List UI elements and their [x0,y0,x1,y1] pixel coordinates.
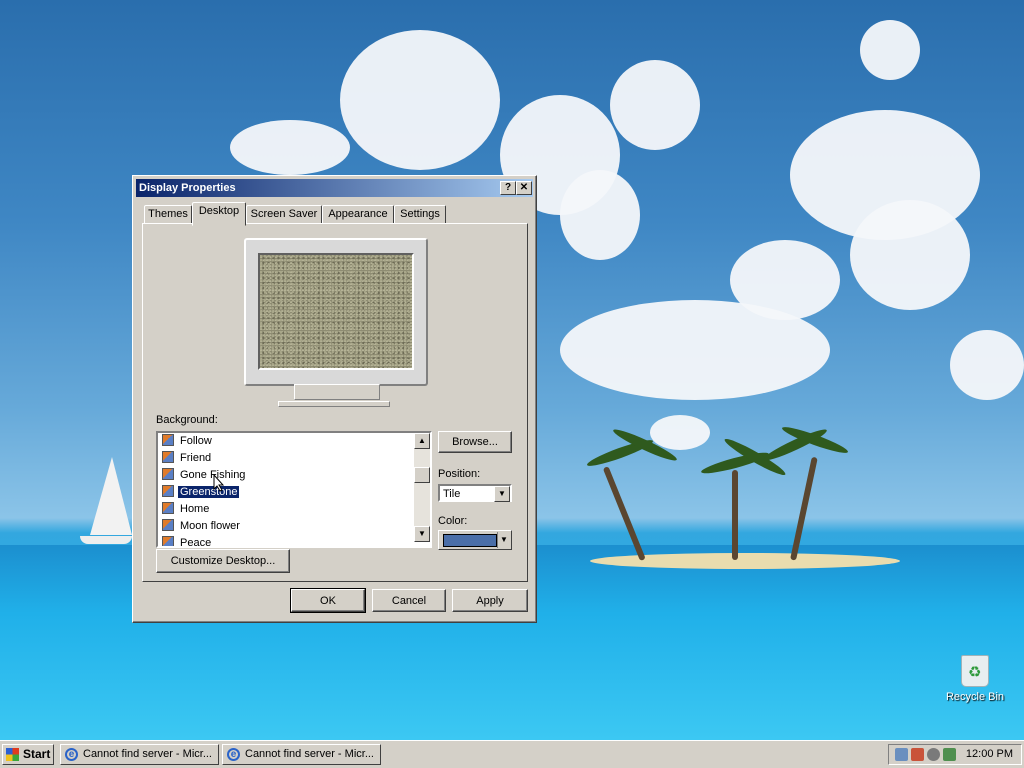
scroll-up-arrow-icon[interactable]: ▲ [414,433,430,449]
clock[interactable]: 12:00 PM [966,745,1013,764]
tab-settings[interactable]: Settings [394,205,446,225]
customize-desktop-button[interactable]: Customize Desktop... [156,549,290,573]
color-swatch [443,534,497,547]
taskbar-button-label: Cannot find server - Micr... [83,748,212,760]
cancel-button[interactable]: Cancel [372,589,446,612]
chevron-down-icon[interactable]: ▼ [494,486,510,502]
internet-explorer-icon: e [227,748,240,761]
cloud [340,30,500,170]
list-item-selected[interactable]: Greenstone [162,484,241,501]
recycle-bin[interactable]: ♻ Recycle Bin [940,655,1010,703]
list-item[interactable]: Gone Fishing [162,467,247,484]
close-button[interactable]: ✕ [516,181,532,195]
cloud [850,200,970,310]
browse-button[interactable]: Browse... [438,431,512,453]
monitor-base [278,401,390,407]
image-file-icon [162,434,174,446]
tab-screen-saver[interactable]: Screen Saver [246,205,322,225]
list-item-label: Friend [180,452,212,464]
tab-desktop[interactable]: Desktop [192,202,246,226]
position-select[interactable]: Tile ▼ [438,484,512,502]
mouse-pointer-icon [213,474,225,492]
background-label: Background: [156,414,218,426]
sailboat-sail [90,457,132,535]
image-file-icon [162,451,174,463]
list-item-label: Moon flower [180,520,240,532]
cloud [560,300,830,400]
chevron-down-icon[interactable]: ▼ [497,532,510,548]
taskbar-button-label: Cannot find server - Micr... [245,748,374,760]
cloud [860,20,920,80]
update-icon[interactable] [943,748,956,761]
island [590,553,900,569]
monitor-preview [244,238,428,386]
scroll-down-arrow-icon[interactable]: ▼ [414,526,430,542]
list-item[interactable]: Moon flower [162,518,242,535]
scroll-thumb[interactable] [414,467,430,483]
display-properties-dialog: Display Properties ? ✕ Themes Desktop Sc… [132,175,537,623]
tab-appearance[interactable]: Appearance [322,205,394,225]
list-scrollbar[interactable]: ▲ ▼ [414,433,430,542]
list-item[interactable]: Friend [162,450,213,467]
title-bar[interactable]: Display Properties ? ✕ [136,179,533,197]
security-alert-icon[interactable] [911,748,924,761]
disk-icon[interactable] [927,748,940,761]
cloud [560,170,640,260]
start-label: Start [23,747,51,761]
position-label: Position: [438,468,481,480]
image-file-icon [162,468,174,480]
list-item-label: Follow [180,435,212,447]
background-list[interactable]: Follow Friend Gone Fishing Greenstone Ho… [156,431,432,548]
monitor-stand [294,384,380,400]
cloud [650,415,710,450]
color-picker[interactable]: ▼ [438,530,512,550]
tab-themes[interactable]: Themes [144,205,192,225]
taskbar-button[interactable]: e Cannot find server - Micr... [60,744,219,765]
list-item[interactable]: Follow [162,433,214,450]
cloud [230,120,350,175]
cloud [610,60,700,150]
recycle-bin-label: Recycle Bin [945,691,1005,703]
palm-trunk [732,470,738,560]
position-value: Tile [443,488,461,500]
recycle-bin-icon: ♻ [961,655,989,687]
sailboat-hull [80,536,132,544]
dialog-title: Display Properties [139,182,236,194]
apply-button[interactable]: Apply [452,589,528,612]
list-item-label: Greenstone [176,485,241,499]
internet-explorer-icon: e [65,748,78,761]
taskbar: Start e Cannot find server - Micr... e C… [0,740,1024,768]
image-file-icon [162,485,174,497]
taskbar-button[interactable]: e Cannot find server - Micr... [222,744,381,765]
start-button[interactable]: Start [2,744,54,765]
wallpaper-preview [258,253,414,370]
windows-logo-icon [6,748,19,761]
color-label: Color: [438,515,468,527]
list-item[interactable]: Home [162,501,211,518]
image-file-icon [162,536,174,546]
ok-button[interactable]: OK [290,588,366,613]
help-button[interactable]: ? [500,181,516,195]
list-item-label: Peace [180,537,212,548]
system-tray: 12:00 PM [888,744,1022,765]
list-item[interactable]: Peace [162,535,213,548]
list-item-label: Home [180,503,210,515]
cloud [950,330,1024,400]
desktop-tab-panel: Background: Follow Friend Gone Fishing G… [142,223,528,582]
image-file-icon [162,519,174,531]
network-icon[interactable] [895,748,908,761]
image-file-icon [162,502,174,514]
